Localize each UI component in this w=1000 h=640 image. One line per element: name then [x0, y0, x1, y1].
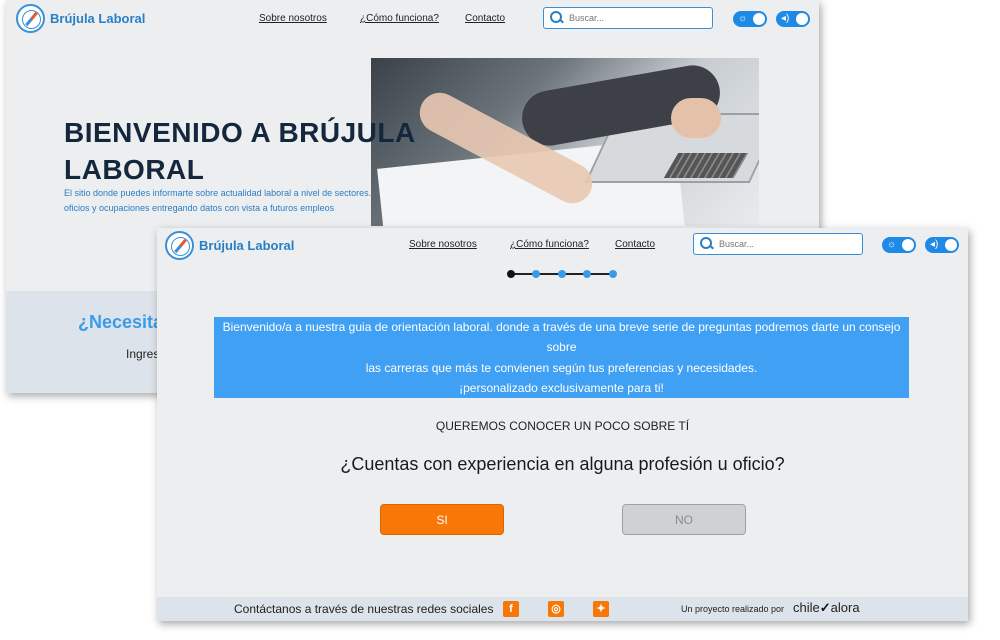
banner-line: Bienvenido/a a nuestra guia de orientaci…: [222, 319, 901, 355]
nav-como-funciona[interactable]: ¿Cómo funciona?: [510, 239, 589, 250]
search-box[interactable]: [693, 233, 863, 255]
search-icon: [700, 237, 714, 251]
hero-subtitle: El sitio donde puedes informarte sobre a…: [64, 188, 372, 213]
step-dot: [609, 270, 617, 278]
nav-sobre-nosotros[interactable]: Sobre nosotros: [259, 13, 327, 24]
search-input[interactable]: [569, 13, 689, 23]
compass-icon: [165, 231, 194, 260]
audio-toggle[interactable]: ◂): [925, 237, 959, 253]
step-dot: [507, 270, 515, 278]
banner-line: las carreras que más te convienen según …: [365, 360, 758, 375]
banner-line: ¡personalizado exclusivamente para ti!: [459, 381, 664, 395]
section-text: Ingres: [126, 347, 160, 361]
footer: Contáctanos a través de nuestras redes s…: [157, 597, 968, 621]
speaker-icon: ◂): [930, 239, 939, 250]
logo-text: Brújula Laboral: [199, 238, 295, 253]
sun-icon: ☼: [887, 239, 897, 250]
brightness-toggle[interactable]: ☼: [882, 237, 916, 253]
instagram-icon[interactable]: ◎: [548, 601, 564, 617]
speaker-icon: ◂): [781, 13, 790, 24]
brightness-toggle[interactable]: ☼: [733, 11, 767, 27]
welcome-banner: Bienvenido/a a nuestra guia de orientaci…: [214, 317, 909, 398]
question-text: ¿Cuentas con experiencia en alguna profe…: [340, 454, 785, 474]
back-logo[interactable]: Brújula Laboral: [16, 4, 145, 33]
yes-button[interactable]: SI: [380, 504, 504, 535]
step-dot: [532, 270, 540, 278]
facebook-icon[interactable]: f: [503, 601, 519, 617]
twitter-icon[interactable]: ✦: [593, 601, 609, 617]
compass-icon: [16, 4, 45, 33]
back-header: Brújula Laboral Sobre nosotros ¿Cómo fun…: [6, 0, 819, 36]
search-icon: [550, 11, 564, 25]
nav-como-funciona[interactable]: ¿Cómo funciona?: [360, 13, 439, 24]
logo-text: Brújula Laboral: [50, 11, 146, 26]
front-header: Brújula Laboral Sobre nosotros ¿Cómo fun…: [157, 228, 968, 264]
nav-contacto[interactable]: Contacto: [465, 13, 505, 24]
audio-toggle[interactable]: ◂): [776, 11, 810, 27]
step-dot: [583, 270, 591, 278]
front-logo[interactable]: Brújula Laboral: [165, 231, 294, 260]
nav-contacto[interactable]: Contacto: [615, 239, 655, 250]
section-label: QUEREMOS CONOCER UN POCO SOBRE TÍ: [435, 419, 690, 433]
nav-sobre-nosotros[interactable]: Sobre nosotros: [409, 239, 477, 250]
section-heading: ¿Necesita: [78, 312, 164, 332]
chilevalora-logo[interactable]: chile✓alora: [793, 600, 860, 616]
sun-icon: ☼: [738, 13, 748, 24]
footer-contact-text: Contáctanos a través de nuestras redes s…: [234, 602, 494, 616]
hero-title: BIENVENIDO A BRÚJULA LABORAL: [64, 117, 415, 185]
progress-stepper: [507, 269, 617, 279]
step-dot: [558, 270, 566, 278]
search-input[interactable]: [719, 239, 839, 249]
search-box[interactable]: [543, 7, 713, 29]
questionnaire-page-window: Brújula Laboral Sobre nosotros ¿Cómo fun…: [157, 228, 968, 621]
no-button[interactable]: NO: [622, 504, 746, 535]
project-credit-text: Un proyecto realizado por: [681, 604, 785, 614]
